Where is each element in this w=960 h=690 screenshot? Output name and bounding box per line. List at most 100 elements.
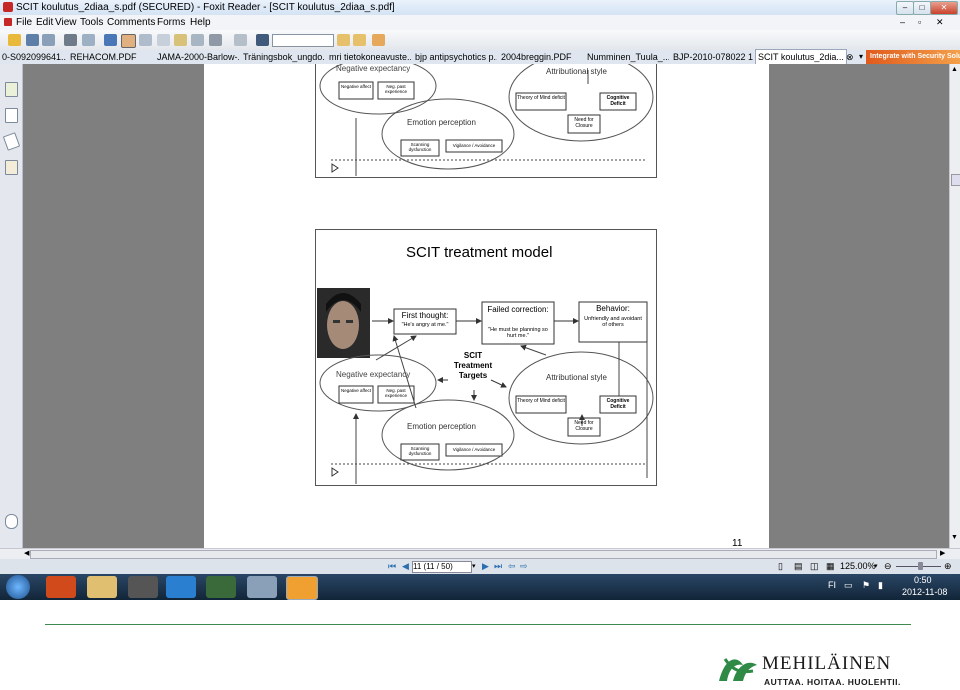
mdi-minimize-icon[interactable]: – [900, 15, 905, 30]
zoom-dropdown-icon[interactable]: ▾ [874, 559, 878, 574]
layers-icon[interactable] [2, 132, 21, 151]
save-icon[interactable] [26, 34, 39, 46]
zoom-level[interactable]: 125.00% [840, 559, 876, 574]
select-text-icon[interactable] [139, 34, 152, 46]
zoom-out-icon[interactable]: ⊖ [884, 559, 892, 574]
page-dropdown-icon[interactable]: ▾ [472, 559, 476, 574]
menu-forms[interactable]: Forms [157, 15, 185, 30]
scroll-thumb[interactable] [951, 174, 960, 186]
remote-desktop-icon[interactable] [206, 576, 236, 598]
last-page-icon[interactable]: ⏭ [494, 559, 502, 574]
vertical-scrollbar[interactable]: ▲ ▼ [949, 64, 960, 548]
tab-document[interactable]: REHACOM.PDF [70, 50, 154, 64]
explorer-icon[interactable] [87, 576, 117, 598]
tools-icon[interactable] [234, 34, 247, 46]
continuous-facing-icon[interactable]: ▦ [826, 559, 835, 574]
menu-view[interactable]: View [55, 15, 77, 30]
hand-tool-icon[interactable] [121, 34, 136, 48]
pages-icon[interactable] [5, 108, 18, 123]
security-promo-link[interactable]: Integrate with Security Solution [866, 50, 960, 64]
scroll-left-icon[interactable]: ◀ [24, 549, 29, 557]
first-page-icon[interactable]: ⏮ [388, 559, 396, 574]
tab-document[interactable]: JAMA-2000-Barlow-... [157, 50, 239, 64]
label-failed-correction: Failed correction: [487, 305, 549, 314]
continuous-icon[interactable]: ▤ [794, 559, 803, 574]
hscroll-thumb[interactable] [30, 550, 937, 559]
saveas-icon[interactable] [42, 34, 55, 46]
attachment-icon[interactable] [5, 514, 18, 529]
label-theory-of-mind: Theory of Mind deficit [517, 398, 565, 404]
tab-document[interactable]: bjp antipsychotics p... [415, 50, 497, 64]
zoom-icon[interactable] [191, 34, 204, 46]
zoom-slider-thumb[interactable] [918, 562, 923, 570]
menu-help[interactable]: Help [190, 15, 211, 30]
calculator-icon[interactable] [128, 576, 158, 598]
config-icon[interactable] [247, 576, 277, 598]
open-icon[interactable] [8, 34, 21, 46]
maximize-button[interactable]: □ [913, 1, 931, 15]
forward-icon[interactable]: ⇨ [520, 559, 528, 574]
start-button[interactable] [6, 575, 30, 599]
tab-document[interactable]: 0-S092099641... [2, 50, 66, 64]
find-input[interactable] [272, 34, 334, 47]
mdi-restore-icon[interactable]: ▫ [918, 15, 921, 30]
zoom-in-icon[interactable]: ⊕ [944, 559, 952, 574]
back-icon[interactable]: ⇦ [508, 559, 516, 574]
mdi-close-icon[interactable]: ✕ [936, 15, 944, 30]
clock-time[interactable]: 0:50 [914, 575, 932, 585]
print-icon[interactable] [64, 34, 77, 46]
label-negative-expectancy: Negative expectancy [336, 370, 411, 379]
tab-document[interactable]: Träningsbok_ungdo... [243, 50, 325, 64]
tab-close-icon[interactable]: ⊗ [846, 50, 854, 64]
tab-document-active[interactable]: SCIT koulutus_2dia... [755, 49, 847, 65]
scroll-up-icon[interactable]: ▲ [951, 66, 958, 73]
label-negative-affect: Negative affect [341, 84, 371, 89]
page-number-input[interactable]: 11 (11 / 50) [412, 561, 472, 573]
menu-bar: File Edit View Tools Comments Forms Help… [0, 15, 960, 30]
label-vigilance: Vigilance / Avoidance [452, 447, 496, 452]
facing-icon[interactable]: ◫ [810, 559, 819, 574]
label-behavior: Behavior: [596, 304, 630, 313]
menu-tools[interactable]: Tools [80, 15, 103, 30]
media-player-icon[interactable] [46, 576, 76, 598]
tab-document[interactable]: Numminen_Tuula_... [587, 50, 669, 64]
snapshot-icon[interactable] [174, 34, 187, 46]
scroll-down-icon[interactable]: ▼ [951, 534, 958, 541]
internet-explorer-icon[interactable] [166, 576, 196, 598]
scroll-right-icon[interactable]: ▶ [940, 549, 945, 557]
tab-list-icon[interactable]: ▾ [859, 50, 863, 64]
language-indicator[interactable]: FI [828, 580, 836, 590]
navigation-panel [0, 64, 23, 548]
fullscreen-icon[interactable] [104, 34, 117, 46]
single-page-icon[interactable]: ▯ [778, 559, 783, 574]
menu-file[interactable]: File [16, 15, 32, 30]
tray-network-icon[interactable]: ▭ [844, 580, 853, 591]
prev-page-icon[interactable]: ◀ [402, 559, 409, 574]
find-prev-icon[interactable] [337, 34, 350, 46]
bookmarks-icon[interactable] [5, 82, 18, 97]
tab-document[interactable]: 2004breggin.PDF [501, 50, 583, 64]
find-binoculars-icon[interactable] [256, 34, 269, 46]
label-attributional-style: Attributional style [546, 67, 607, 76]
find-next-icon[interactable] [353, 34, 366, 46]
next-page-icon[interactable]: ▶ [482, 559, 489, 574]
bookmark-icon[interactable] [372, 34, 385, 46]
clock-date[interactable]: 2012-11-08 [902, 587, 947, 597]
stamp-icon[interactable] [209, 34, 222, 46]
select-arrow-icon[interactable] [157, 34, 170, 46]
document-viewer[interactable]: Negative expectancy Attributional style … [23, 64, 949, 549]
tray-flag-icon[interactable]: ⚑ [862, 580, 870, 591]
comments-icon[interactable] [5, 160, 18, 175]
doc-icon [4, 18, 12, 26]
foxit-taskbar-icon[interactable] [286, 576, 318, 600]
tray-power-icon[interactable]: ▮ [878, 580, 883, 591]
close-button[interactable]: ✕ [930, 1, 958, 15]
tab-document[interactable]: BJP-2010-078022 1... [673, 50, 753, 64]
label-first-thought: First thought: [401, 311, 449, 320]
menu-comments[interactable]: Comments [107, 15, 155, 30]
email-icon[interactable] [82, 34, 95, 46]
menu-edit[interactable]: Edit [36, 15, 53, 30]
minimize-button[interactable]: – [896, 1, 914, 15]
label-theory-of-mind: Theory of Mind deficit [517, 95, 565, 101]
tab-document[interactable]: mri tietokoneavuste... [329, 50, 411, 64]
